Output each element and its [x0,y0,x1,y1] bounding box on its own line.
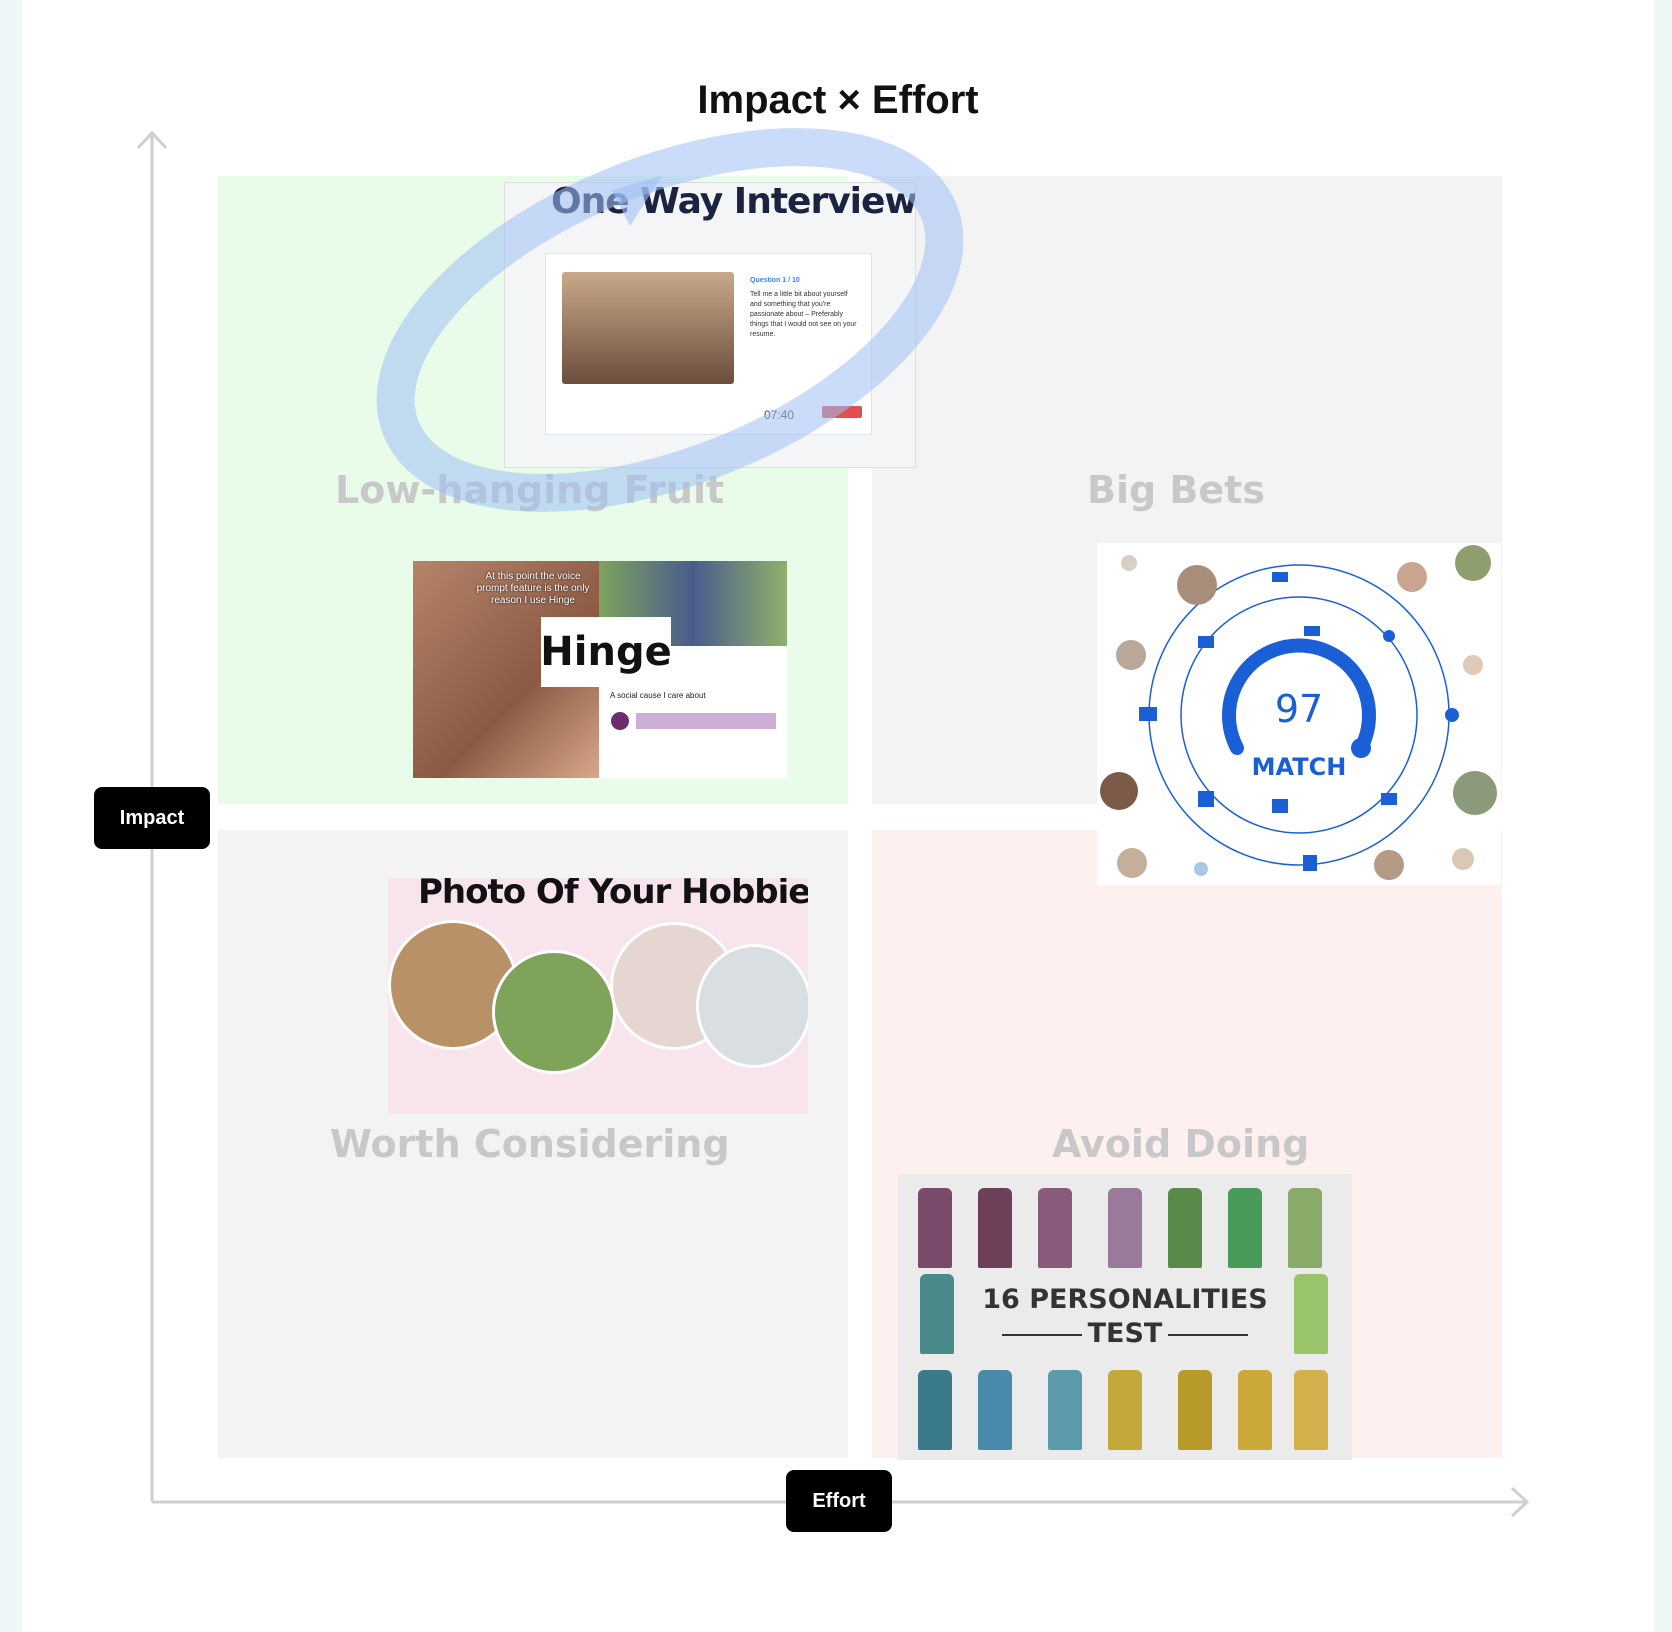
hobby-photo-sewing [696,944,808,1068]
avatar [1194,862,1208,876]
chart-icon [1198,636,1214,648]
people-icon [1272,572,1288,582]
character-figure [1168,1188,1202,1268]
highlight-ellipse [376,128,964,512]
hinge-card: At this point the voice prompt feature i… [413,561,787,778]
avatar [1116,640,1146,670]
hobbies-card: Photo Of Your Hobbies [388,878,808,1114]
hinge-logo: Hinge [540,617,672,687]
match-score: 97 [1274,687,1324,731]
avatar [1177,565,1217,605]
personalities-title-line1: 16 PERSONALITIES [982,1284,1268,1315]
personalities-title-line2: TEST [1087,1318,1163,1349]
hinge-prompt: A social cause I care about [610,691,706,700]
avatar [1455,545,1491,581]
character-figure [1178,1370,1212,1450]
character-figure [1294,1370,1328,1450]
voice-waveform-icon [611,712,776,730]
character-figure [1048,1370,1082,1450]
matrix-canvas: Impact × Effort Low-hanging Fruit Big Be… [22,0,1654,1632]
location-icon [1383,630,1395,642]
linkedin-icon [1198,791,1214,807]
character-figure [1108,1370,1142,1450]
match-label: MATCH [1251,753,1347,781]
personalities-test-card: 16 PERSONALITIES TEST [898,1174,1352,1460]
avatar [1452,848,1474,870]
avatar [1121,555,1137,571]
character-figure [918,1188,952,1268]
avatar [1463,655,1483,675]
character-figure [1108,1188,1142,1268]
list-icon [1381,793,1397,805]
document-icon [1303,855,1317,871]
character-figure [978,1370,1012,1450]
match-score-card: 97 MATCH [1097,543,1501,885]
character-figure [978,1188,1012,1268]
avatar [1397,562,1427,592]
character-figure [1038,1188,1072,1268]
hobby-photo-cooking [492,950,616,1074]
divider [1168,1334,1248,1336]
hinge-caption: At this point the voice prompt feature i… [476,571,590,606]
character-figure [918,1370,952,1450]
character-figure [1228,1188,1262,1268]
graduation-icon [1304,626,1320,636]
avatar [1117,848,1147,878]
avatar [1374,850,1404,880]
character-figure [1288,1188,1322,1268]
character-figure [1238,1370,1272,1450]
building-icon [1272,799,1288,813]
hobbies-title: Photo Of Your Hobbies [418,878,808,912]
